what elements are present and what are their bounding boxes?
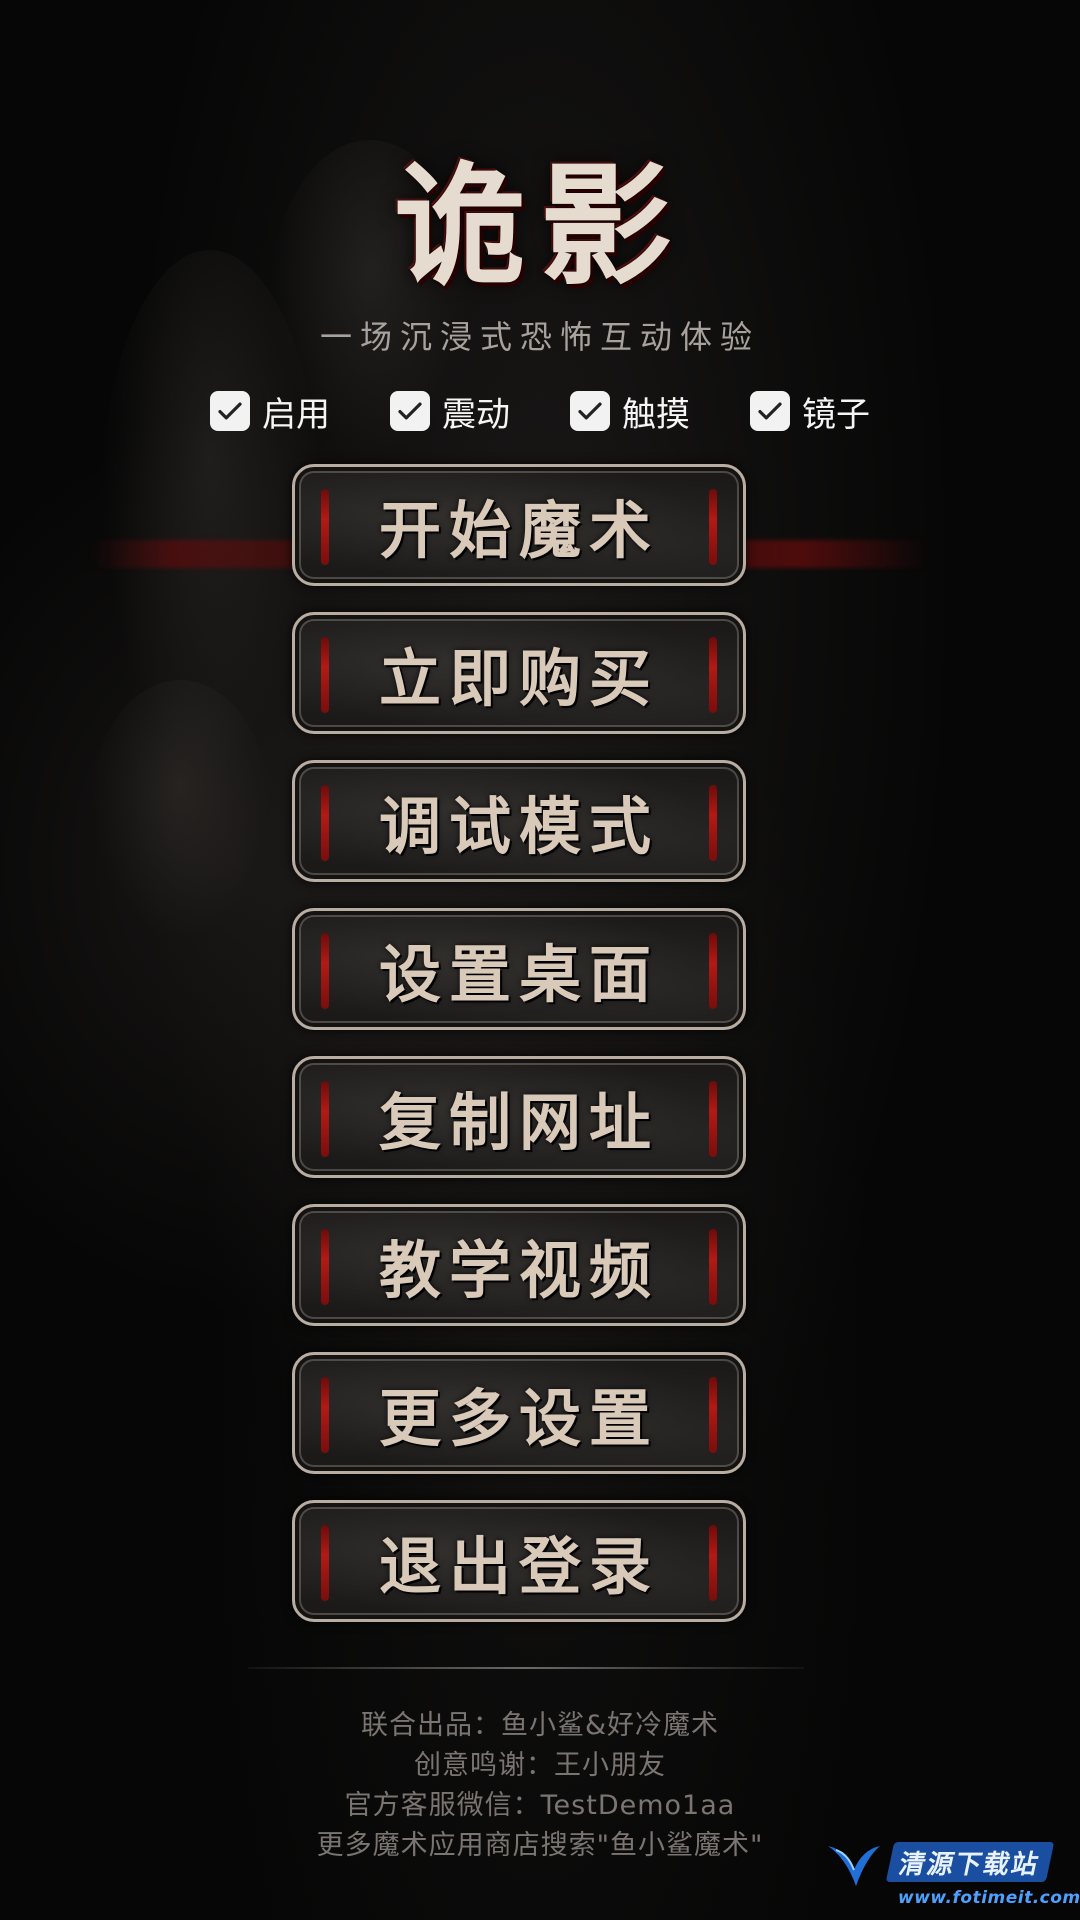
option-label: 启用	[262, 394, 330, 435]
button-label: 退出登录	[378, 1530, 659, 1603]
button-label: 立即购买	[378, 642, 659, 715]
main-menu: 开始魔术 立即购买 调试模式 设置桌面 复制网址 教学视频 更多设置 退出登录	[292, 464, 750, 1648]
button-label: 教学视频	[378, 1234, 659, 1307]
option-label: 触摸	[622, 394, 690, 435]
option-mirror[interactable]: 镜子	[750, 387, 870, 436]
option-enable[interactable]: 启用	[210, 387, 330, 436]
checkbox-checked-icon[interactable]	[570, 391, 610, 431]
red-mark-decoration	[321, 1525, 329, 1601]
watermark: 清源下载站 www.fotimeit.com	[820, 1838, 1080, 1918]
watermark-url: www.fotimeit.com	[898, 1888, 1080, 1908]
credits-line: 官方客服微信：TestDemo1aa	[344, 1790, 736, 1821]
watermark-title: 清源下载站	[885, 1842, 1055, 1882]
divider	[248, 1667, 804, 1669]
app-subtitle: 一场沉浸式恐怖互动体验	[319, 318, 760, 356]
button-label: 开始魔术	[378, 494, 659, 567]
red-mark-decoration	[321, 637, 329, 713]
set-desktop-button[interactable]: 设置桌面	[292, 908, 746, 1030]
checkbox-checked-icon[interactable]	[210, 391, 250, 431]
credits-line: 创意鸣谢：王小朋友	[414, 1750, 666, 1781]
red-mark-decoration	[709, 1081, 717, 1157]
red-mark-decoration	[321, 489, 329, 565]
background-figure	[90, 680, 270, 940]
credits-line: 联合出品：鱼小鲨&好冷魔术	[360, 1710, 720, 1741]
copy-url-button[interactable]: 复制网址	[292, 1056, 746, 1178]
red-mark-decoration	[321, 1377, 329, 1453]
red-mark-decoration	[709, 1525, 717, 1601]
logout-button[interactable]: 退出登录	[292, 1500, 746, 1622]
option-touch[interactable]: 触摸	[570, 387, 690, 436]
checkbox-checked-icon[interactable]	[390, 391, 430, 431]
checkbox-checked-icon[interactable]	[750, 391, 790, 431]
buy-now-button[interactable]: 立即购买	[292, 612, 746, 734]
button-label: 设置桌面	[378, 938, 659, 1011]
option-vibrate[interactable]: 震动	[390, 387, 510, 436]
red-mark-decoration	[321, 1229, 329, 1305]
start-magic-button[interactable]: 开始魔术	[292, 464, 746, 586]
red-mark-decoration	[709, 489, 717, 565]
red-mark-decoration	[709, 785, 717, 861]
option-label: 震动	[442, 394, 510, 435]
red-mark-decoration	[709, 1377, 717, 1453]
red-mark-decoration	[321, 785, 329, 861]
button-label: 复制网址	[378, 1086, 659, 1159]
red-mark-decoration	[321, 933, 329, 1009]
button-label: 更多设置	[378, 1382, 659, 1455]
button-label: 调试模式	[378, 790, 659, 863]
more-settings-button[interactable]: 更多设置	[292, 1352, 746, 1474]
option-label: 镜子	[802, 394, 870, 435]
app-title: 诡影	[394, 149, 686, 304]
red-mark-decoration	[709, 1229, 717, 1305]
red-mark-decoration	[709, 933, 717, 1009]
red-mark-decoration	[709, 637, 717, 713]
tutorial-video-button[interactable]: 教学视频	[292, 1204, 746, 1326]
options-row: 启用 震动 触摸 镜子	[210, 384, 870, 438]
red-mark-decoration	[321, 1081, 329, 1157]
watermark-logo-icon	[828, 1846, 880, 1886]
debug-mode-button[interactable]: 调试模式	[292, 760, 746, 882]
